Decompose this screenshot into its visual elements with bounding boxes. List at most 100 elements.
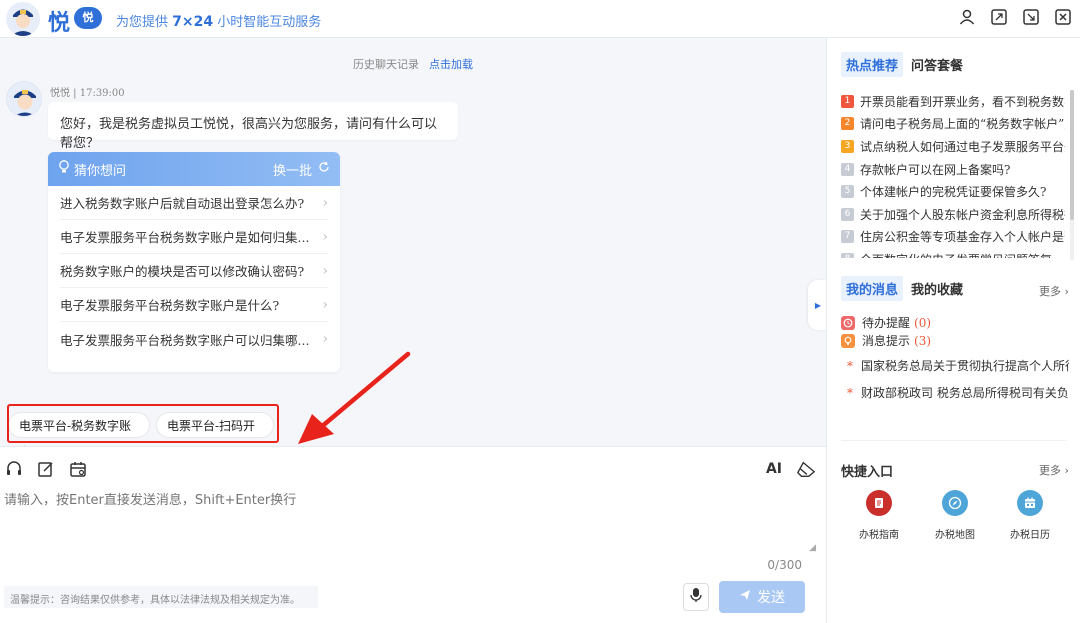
guide-icon: [866, 490, 892, 516]
todo-reminder[interactable]: 待办提醒 (0): [841, 314, 931, 331]
hot-question-item[interactable]: 4 存款帐户可以在网上备案吗?: [841, 158, 1065, 181]
tagline-highlight: 7×24: [172, 14, 214, 30]
annotation-arrow-icon: [298, 351, 411, 444]
entry-tax-guide[interactable]: 办税指南: [849, 490, 909, 541]
rank-badge: 2: [841, 117, 854, 131]
voice-input-button[interactable]: [683, 583, 709, 611]
entry-tax-map[interactable]: 办税地图: [925, 490, 985, 541]
hot-question-text: 住房公积金等专项基金存入个人帐户是否缴税: [860, 230, 1065, 245]
resize-handle-icon[interactable]: ◢: [809, 543, 816, 553]
send-label: 发送: [757, 590, 785, 606]
greeting-bubble: 您好，我是税务虚拟员工悦悦，很高兴为您服务，请问有什么可以帮您？: [48, 102, 458, 151]
tab-my-favorites[interactable]: 我的收藏: [911, 279, 963, 298]
refresh-suggestions-button[interactable]: 换一批: [273, 160, 330, 179]
calendar-icon[interactable]: [68, 459, 88, 479]
news-item[interactable]: * 国家税务总局关于贯彻执行提高个人所得税有关费用扣除标准: [847, 357, 1069, 374]
hot-question-text: 关于加强个人股东帐户资金利息所得税征收管理: [860, 207, 1065, 222]
input-toolbar-right: AI: [766, 459, 816, 479]
hot-question-item[interactable]: 6 关于加强个人股东帐户资金利息所得税征收管理: [841, 203, 1065, 226]
chevron-right-icon: ›: [322, 331, 328, 347]
assistant-avatar: [6, 2, 40, 36]
header-bar: 悦 悦 为您提供 7×24 小时智能互动服务: [0, 0, 1080, 38]
chevron-right-icon: ›: [322, 296, 328, 313]
suggestion-text: 电子发票服务平台税务数字账户是什么?: [60, 298, 280, 313]
ai-button[interactable]: AI: [766, 461, 782, 477]
compass-icon: [942, 490, 968, 516]
suggestion-item[interactable]: 电子发票服务平台税务数字账户可以归集哪... ›: [60, 322, 328, 356]
hot-question-text: 个体建帐户的完税凭证要保管多久?: [860, 185, 1047, 200]
message-tabs: 我的消息 我的收藏: [841, 276, 963, 301]
suggestion-item[interactable]: 电子发票服务平台税务数字账户是什么? ›: [60, 288, 328, 322]
send-button[interactable]: 发送: [719, 581, 805, 613]
suggestion-item[interactable]: 进入税务数字账户后就自动退出登录怎么办? ›: [60, 186, 328, 220]
rank-badge: 6: [841, 207, 854, 221]
char-counter: 0/300: [767, 558, 802, 572]
highlight-box: [7, 404, 279, 443]
entry-label: 办税日历: [1010, 530, 1050, 541]
edit-icon[interactable]: [36, 459, 56, 479]
quick-entry-title: 快捷入口: [841, 465, 894, 480]
eraser-icon[interactable]: [796, 459, 816, 479]
expand-icon[interactable]: [990, 8, 1008, 26]
hot-list-scrollbar[interactable]: [1070, 90, 1074, 260]
headset-icon[interactable]: [4, 459, 24, 479]
quick-entry-more-link[interactable]: 更多 ›: [1039, 462, 1069, 478]
right-panel: 热点推荐 问答套餐 1 开票员能看到开票业务，看不到税务数字账户 2 请问电子税务局上…: [826, 38, 1080, 623]
collapse-panel-button[interactable]: ▶: [808, 280, 828, 330]
entry-label: 办税指南: [859, 530, 899, 541]
calendar-icon: [1017, 490, 1043, 516]
suggestion-item[interactable]: 电子发票服务平台税务数字账户是如何归集... ›: [60, 220, 328, 254]
refresh-icon: [318, 161, 330, 177]
chat-area: 历史聊天记录 点击加载 悦悦 | 17:39:00 您好，我是税务虚拟员工悦悦，很…: [0, 38, 826, 459]
input-area: AI ◢ 0/300 温馨提示：咨询结果仅供参考，具体以法律法规及相关规定为准。…: [0, 446, 826, 623]
rank-badge: 4: [841, 162, 854, 176]
entry-label: 办税地图: [935, 530, 975, 541]
refresh-label: 换一批: [272, 163, 312, 179]
hot-question-item[interactable]: 2 请问电子税务局上面的“税务数字帐户”是什么: [841, 113, 1065, 136]
rank-badge: 3: [841, 139, 854, 153]
bullet-icon: *: [847, 386, 853, 400]
input-toolbar: [4, 459, 88, 479]
more-label: 更多: [1039, 285, 1061, 298]
scrollbar-thumb[interactable]: [1070, 90, 1074, 220]
hot-question-text: 试点纳税人如何通过电子发票服务平台开具发票: [860, 139, 1065, 154]
entry-tax-calendar[interactable]: 办税日历: [1000, 490, 1060, 541]
hot-question-item[interactable]: 1 开票员能看到开票业务，看不到税务数字账户: [841, 90, 1065, 113]
rank-badge: 1: [841, 94, 854, 108]
close-icon[interactable]: [1054, 8, 1072, 26]
tab-hot[interactable]: 热点推荐: [841, 52, 904, 77]
hot-question-list: 1 开票员能看到开票业务，看不到税务数字账户 2 请问电子税务局上面的“税务数字帐户”…: [841, 90, 1065, 258]
hot-tabs: 热点推荐 问答套餐: [841, 52, 963, 77]
message-input[interactable]: [4, 493, 814, 508]
divider: [841, 440, 1067, 441]
hot-question-item[interactable]: 3 试点纳税人如何通过电子发票服务平台开具发票: [841, 135, 1065, 158]
rank-badge: 8: [841, 252, 854, 258]
news-item[interactable]: * 财政部税政司 税务总局所得税司有关负责人就个人所得税: [847, 384, 1069, 401]
bulb-icon: [58, 160, 70, 178]
history-bar: 历史聊天记录 点击加载: [0, 56, 826, 72]
notice-count: (3): [914, 333, 932, 348]
notice-label: 消息提示: [862, 334, 911, 348]
suggestion-list: 进入税务数字账户后就自动退出登录怎么办? › 电子发票服务平台税务数字账户是如何归…: [48, 186, 340, 356]
tab-qa[interactable]: 问答套餐: [911, 55, 963, 74]
minimize-icon[interactable]: [1022, 8, 1040, 26]
messages-more-link[interactable]: 更多 ›: [1039, 283, 1069, 299]
message-notice[interactable]: 消息提示 (3): [841, 332, 931, 349]
hot-question-item[interactable]: 5 个体建帐户的完税凭证要保管多久?: [841, 180, 1065, 203]
news-text: 财政部税政司 税务总局所得税司有关负责人就个人所得税: [861, 386, 1069, 400]
user-icon[interactable]: [958, 8, 976, 26]
bulb-icon: [841, 333, 855, 348]
chevron-right-icon: ›: [322, 228, 328, 245]
suggestion-item[interactable]: 税务数字账户的模块是否可以修改确认密码? ›: [60, 254, 328, 288]
window-controls: [958, 8, 1072, 26]
bullet-icon: *: [847, 359, 853, 373]
hot-question-item[interactable]: 7 住房公积金等专项基金存入个人帐户是否缴税: [841, 226, 1065, 249]
chevron-right-icon: ›: [322, 262, 328, 279]
load-history-link[interactable]: 点击加载: [429, 58, 473, 71]
hot-question-item[interactable]: 8 全面数字化的电子发票常见问题答复: [841, 248, 1065, 258]
hot-question-text: 存款帐户可以在网上备案吗?: [860, 162, 1011, 177]
tagline-suffix: 小时智能互动服务: [213, 15, 322, 30]
brand-logo: 悦: [48, 10, 71, 36]
tab-my-messages[interactable]: 我的消息: [841, 276, 904, 301]
bot-avatar: [6, 81, 42, 117]
